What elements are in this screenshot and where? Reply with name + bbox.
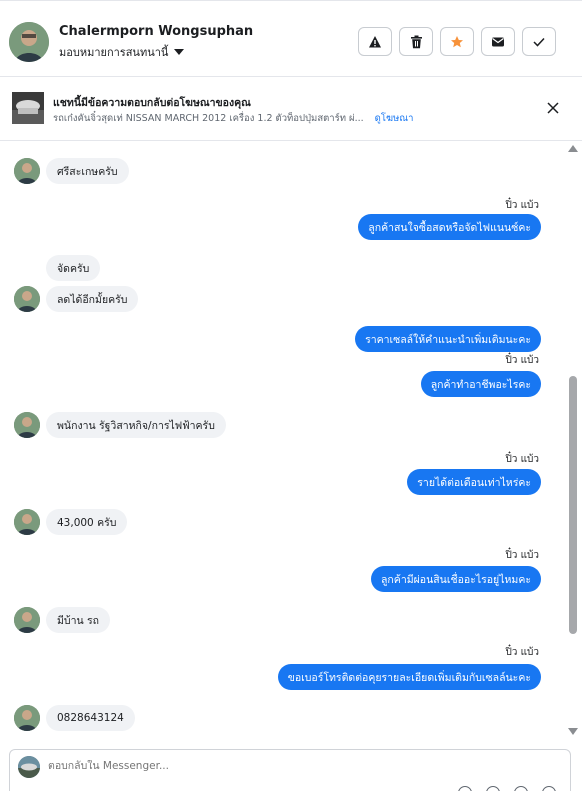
sender-name: ปิ๋ว แบ้ว <box>505 454 539 465</box>
sender-name: ปิ๋ว แบ้ว <box>505 200 539 211</box>
star-button[interactable] <box>440 27 474 56</box>
ad-banner-title: แชทนี้มีข้อความตอบกลับต่อโฆษณาของคุณ <box>53 97 251 109</box>
message-incoming[interactable]: ลดได้อีกมั้ยครับ <box>46 286 139 312</box>
ad-description: รถเก๋งคันจิ๋วสุดเท่ NISSAN MARCH 2012 เค… <box>53 113 364 124</box>
message-outgoing[interactable]: ลูกค้ามีผ่อนสินเชื่ออะไรอยู่ไหมคะ <box>371 566 541 592</box>
like-icon[interactable] <box>542 786 556 791</box>
message-outgoing[interactable]: ลูกค้าทำอาชีพอะไรคะ <box>420 371 541 397</box>
delete-button[interactable] <box>399 27 433 56</box>
emoji-icon[interactable] <box>486 786 500 791</box>
message-incoming[interactable]: ศรีสะเกษครับ <box>46 158 129 184</box>
scroll-down-arrow-icon[interactable] <box>568 728 578 735</box>
trash-icon <box>410 35 422 48</box>
contact-avatar-small <box>14 607 40 633</box>
message-outgoing[interactable]: ลูกค้าสนใจซื้อสดหรือจัดไฟแนนซ์คะ <box>358 214 541 240</box>
message-thread[interactable]: ศรีสะเกษครับ ปิ๋ว แบ้ว ลูกค้าสนใจซื้อสดห… <box>0 141 565 741</box>
contact-avatar[interactable] <box>9 22 49 62</box>
star-icon <box>451 35 463 47</box>
conversation-header: Chalermporn Wongsuphan มอบหมายการสนทนานี… <box>0 0 582 77</box>
message-incoming[interactable]: พนักงาน รัฐวิสาหกิจ/การไฟฟ้าครับ <box>46 412 226 438</box>
page-avatar <box>18 756 40 778</box>
contact-avatar-small <box>14 412 40 438</box>
checkmark-icon <box>533 37 545 47</box>
reply-composer <box>9 749 571 791</box>
gif-icon[interactable] <box>514 786 528 791</box>
contact-avatar-small <box>14 158 40 184</box>
contact-name: Chalermporn Wongsuphan <box>59 24 254 39</box>
scroll-up-arrow-icon[interactable] <box>568 145 578 152</box>
reply-input[interactable] <box>48 760 348 772</box>
caret-down-icon <box>174 49 185 55</box>
attachment-icon[interactable] <box>458 786 472 791</box>
warning-icon <box>369 35 381 47</box>
contact-avatar-small <box>14 286 40 312</box>
sender-name: ปิ๋ว แบ้ว <box>505 647 539 658</box>
message-incoming[interactable]: จัดครับ <box>46 255 101 281</box>
composer-tools <box>458 786 556 791</box>
message-incoming[interactable]: 0828643124 <box>46 705 135 731</box>
assign-conversation-dropdown[interactable]: มอบหมายการสนทนานี้ <box>59 43 185 61</box>
contact-avatar-small <box>14 509 40 535</box>
message-incoming[interactable]: มีบ้าน รถ <box>46 607 110 633</box>
message-outgoing[interactable]: ราคาเซลล์ให้คำแนะนำเพิ่มเติมนะคะ <box>355 326 541 352</box>
message-outgoing[interactable]: รายได้ต่อเดือนเท่าไหร่คะ <box>407 469 541 495</box>
envelope-icon <box>492 37 504 46</box>
assign-label: มอบหมายการสนทนานี้ <box>59 46 169 59</box>
ad-context-banner: แชทนี้มีข้อความตอบกลับต่อโฆษณาของคุณ รถเ… <box>0 77 582 141</box>
contact-avatar-small <box>14 705 40 731</box>
header-actions <box>358 27 556 56</box>
sender-name: ปิ๋ว แบ้ว <box>505 550 539 561</box>
view-ad-link[interactable]: ดูโฆษณา <box>375 113 414 124</box>
mark-spam-button[interactable] <box>358 27 392 56</box>
message-incoming[interactable]: 43,000 ครับ <box>46 509 128 535</box>
ad-thumbnail[interactable] <box>12 92 44 124</box>
close-icon[interactable] <box>546 101 560 115</box>
sender-name: ปิ๋ว แบ้ว <box>505 355 539 366</box>
mark-done-button[interactable] <box>522 27 556 56</box>
message-outgoing[interactable]: ขอเบอร์โทรติดต่อคุยรายละเอียดเพิ่มเติมกั… <box>277 664 541 690</box>
ad-banner-subtitle: รถเก๋งคันจิ๋วสุดเท่ NISSAN MARCH 2012 เค… <box>53 111 413 126</box>
mark-unread-button[interactable] <box>481 27 515 56</box>
scrollbar-thumb[interactable] <box>569 376 577 634</box>
scrollbar[interactable] <box>568 141 578 741</box>
